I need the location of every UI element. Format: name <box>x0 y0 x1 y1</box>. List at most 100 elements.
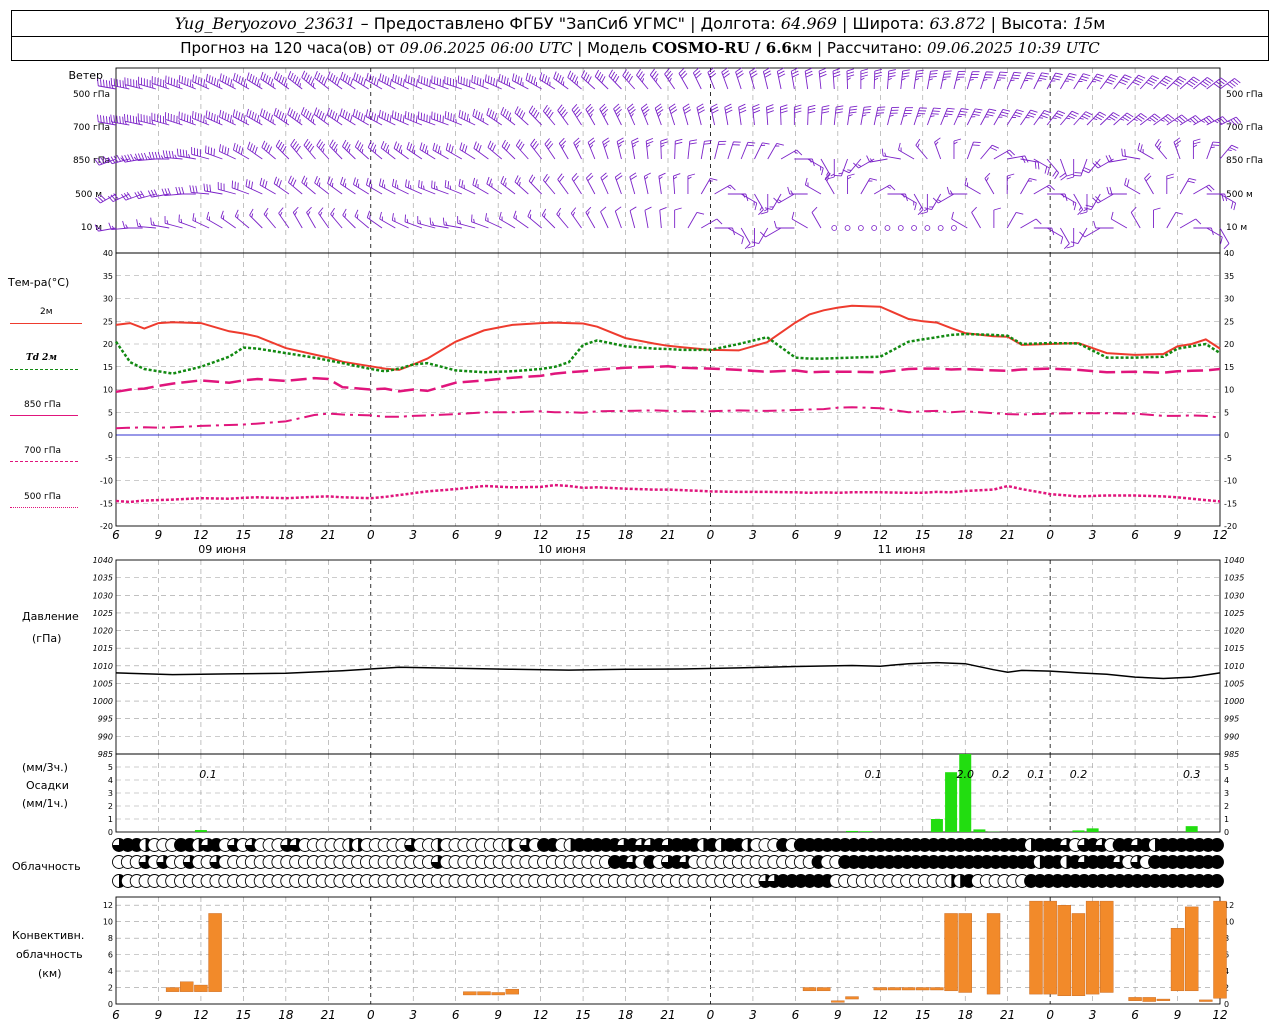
wind-barb-feather <box>270 114 273 122</box>
y-tick-label-conv: 6 <box>108 951 113 960</box>
wind-barb-feather <box>654 103 662 109</box>
wind-barb-feather <box>846 68 855 72</box>
wind-barb-feather <box>725 109 733 114</box>
y-tick-label-precip: 3 <box>108 789 113 798</box>
wind-barb-feather <box>796 149 803 156</box>
wind-barb-feather <box>381 74 385 83</box>
wind-barb-feather <box>846 71 855 75</box>
wind-barb-feather <box>819 70 827 75</box>
wind-barb-feather <box>309 145 315 153</box>
x-tick-label: 3 <box>409 528 417 542</box>
wind-barb-feather <box>151 151 155 160</box>
wind-barb-feather <box>492 144 496 152</box>
wind-barb-feather <box>791 67 798 72</box>
wind-barb-feather <box>205 110 208 118</box>
wind-barb-feather <box>1024 155 1029 163</box>
wind-barb-feather <box>558 212 561 217</box>
wind-barb-feather <box>1044 166 1048 174</box>
wind-barb-feather <box>203 183 206 191</box>
wind-barb-feather <box>1137 142 1141 151</box>
wind-barb-feather <box>811 206 818 213</box>
wind-barb-feather <box>739 109 747 114</box>
y-tick-label-temp-right: 15 <box>1224 363 1234 372</box>
wind-barb-feather <box>603 113 607 118</box>
wind-barb-feather <box>1042 112 1050 116</box>
y-tick-label-pressure: 1040 <box>93 556 113 565</box>
wind-barb-feather <box>294 76 299 84</box>
wind-barb-feather <box>951 211 954 220</box>
y-tick-label-temp-right: 20 <box>1224 340 1234 349</box>
wind-barb-feather <box>407 75 410 83</box>
wind-barb-feather <box>461 143 465 152</box>
wind-barb-feather <box>934 137 941 143</box>
wind-barb-feather <box>1204 78 1212 84</box>
wind-barb-feather <box>1134 79 1142 84</box>
wind-barb-feather <box>409 143 413 151</box>
wind-barb-feather <box>171 150 174 159</box>
wind-barb-feather <box>278 111 282 119</box>
x-tick-label: 21 <box>321 528 336 542</box>
precip-label: 0.2 <box>1070 768 1088 781</box>
wind-barb-feather <box>280 143 285 151</box>
wind-barb-feather <box>224 76 228 84</box>
conv-bar <box>1142 997 1156 1002</box>
wind-barb-feather <box>102 115 105 123</box>
wind-barb-feather <box>316 139 322 146</box>
wind-barb-feather <box>354 140 359 148</box>
date-label: 10 июня <box>538 543 586 556</box>
wind-barb-feather <box>1029 177 1037 181</box>
wind-barb-feather <box>687 173 696 177</box>
wind-barb-feather <box>603 140 610 146</box>
wind-barb-feather <box>373 77 377 85</box>
wind-barb-feather <box>631 140 639 145</box>
wind-barb-feather <box>205 145 207 153</box>
wind-barb-feather <box>1187 119 1192 123</box>
wind-barb-feather <box>615 172 622 178</box>
wind-barb-feather <box>601 76 606 83</box>
wind-barb-feather <box>1030 109 1038 113</box>
y-tick-label-pressure-right: 1030 <box>1224 591 1244 600</box>
wind-barb-feather <box>833 71 841 75</box>
wind-barb-feather <box>975 108 983 111</box>
wind-barb-feather <box>246 72 250 80</box>
wind-barb-feather <box>1054 115 1062 119</box>
precip-bar <box>945 772 958 832</box>
wind-barb-feather <box>347 113 351 121</box>
wind-barb-feather <box>100 79 102 87</box>
wind-barb-feather <box>528 105 534 113</box>
wind-barb-feather <box>1161 79 1169 85</box>
wind-barb-feather <box>189 185 192 193</box>
wind-barb-shaft <box>1006 212 1017 229</box>
wind-barb-feather <box>943 115 949 118</box>
wind-barb-feather <box>216 79 219 87</box>
wind-barb-feather <box>94 224 99 232</box>
wind-barb-feather <box>344 213 347 218</box>
wind-barb-feather <box>396 143 400 151</box>
wind-barb-feather <box>997 77 1006 79</box>
wind-barb-feather <box>943 76 951 78</box>
wind-barb-feather <box>400 77 403 86</box>
wind-barb-shaft <box>971 212 981 229</box>
wind-barb-feather <box>935 141 939 146</box>
wind-barb-feather <box>308 112 312 120</box>
y-tick-label-temp-right: 25 <box>1224 317 1234 326</box>
wind-barb-feather <box>506 144 511 151</box>
wind-barb-feather <box>294 112 298 120</box>
wind-barb-feather <box>126 114 129 122</box>
wind-barb-feather <box>889 184 896 191</box>
wind-barb-feather <box>314 71 318 79</box>
wind-barb-feather <box>651 71 657 78</box>
wind-barb-feather <box>490 76 493 85</box>
wind-barb-feather <box>836 105 844 108</box>
wind-barb-feather <box>673 173 681 177</box>
x-tick-label: 0 <box>707 528 715 542</box>
conv-bar <box>1057 905 1072 996</box>
wind-barb-feather <box>314 176 318 184</box>
wind-barb-feather <box>546 109 552 117</box>
wind-barb-feather <box>221 111 224 119</box>
x-tick-label: 18 <box>618 528 634 542</box>
wind-barb-feather <box>283 114 287 122</box>
wind-barb-feather <box>569 72 574 80</box>
y-tick-label-pressure: 1035 <box>93 574 113 583</box>
y-tick-label-conv: 12 <box>103 901 113 910</box>
